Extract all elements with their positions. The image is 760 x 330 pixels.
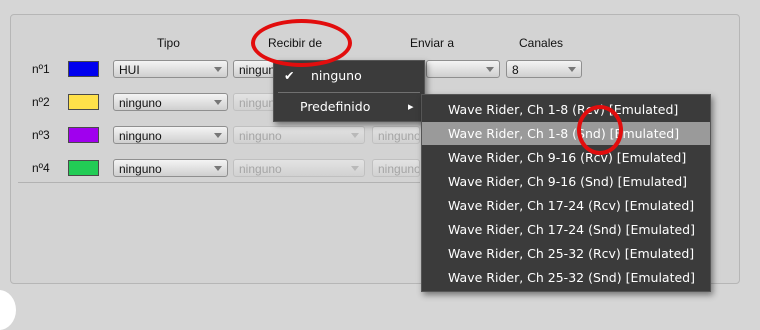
dropdown-arrow-icon [214, 133, 222, 138]
tipo-select-2[interactable]: ninguno [113, 93, 228, 111]
dropdown-arrow-icon [486, 67, 494, 72]
tipo-select-1[interactable]: HUI [113, 60, 228, 78]
submenu-item[interactable]: Wave Rider, Ch 1-8 (Rcv) [Emulated] [422, 98, 710, 121]
submenu-item-label: Wave Rider, Ch 1-8 (Rcv) [Emulated] [448, 102, 679, 117]
tipo-select-3[interactable]: ninguno [113, 126, 228, 144]
row-color-swatch-3[interactable] [68, 127, 99, 143]
header-canales: Canales [519, 36, 564, 50]
submenu-item[interactable]: Wave Rider, Ch 25-32 (Snd) [Emulated] [422, 266, 710, 289]
tipo-select-value: ninguno [119, 96, 162, 110]
recibir-select-4: ninguno [233, 159, 365, 177]
row-label-2: nº2 [32, 95, 50, 109]
row-color-swatch-4[interactable] [68, 160, 99, 176]
header-recibir-de: Recibir de [268, 36, 323, 50]
recibir-dropdown-menu: ✔ ninguno Predefinido ▸ [273, 60, 425, 122]
dropdown-arrow-icon [351, 166, 359, 171]
submenu-item[interactable]: Wave Rider, Ch 9-16 (Rcv) [Emulated] [422, 146, 710, 169]
enviar-select-value: ninguno [378, 162, 420, 176]
enviar-select-value: ninguno [378, 129, 420, 143]
row-color-swatch-1[interactable] [68, 61, 99, 77]
dropdown-arrow-icon [214, 166, 222, 171]
enviar-select-3: ninguno [372, 126, 420, 144]
enviar-select-1[interactable] [426, 60, 500, 78]
recibir-select-1[interactable]: ninguno [233, 60, 278, 78]
row-label-4: nº4 [32, 161, 50, 175]
checkmark-icon: ✔ [284, 68, 295, 83]
recibir-select-value: ninguno [239, 129, 282, 143]
dropdown-arrow-icon [214, 100, 222, 105]
corner-decoration [0, 290, 16, 330]
submenu-item-label: Wave Rider, Ch 1-8 (Snd) [Emulated] [448, 126, 680, 141]
submenu-item[interactable]: Wave Rider, Ch 25-32 (Rcv) [Emulated] [422, 242, 710, 265]
menu-item-label: ninguno [311, 68, 362, 83]
submenu-item[interactable]: Wave Rider, Ch 9-16 (Snd) [Emulated] [422, 170, 710, 193]
submenu-item-label: Wave Rider, Ch 9-16 (Rcv) [Emulated] [448, 150, 687, 165]
enviar-select-4: ninguno [372, 159, 420, 177]
canales-select-value: 8 [512, 63, 519, 77]
menu-item-predefinido[interactable]: Predefinido ▸ [274, 95, 424, 118]
tipo-select-value: HUI [119, 63, 140, 77]
submenu-item[interactable]: Wave Rider, Ch 17-24 (Rcv) [Emulated] [422, 194, 710, 217]
submenu-item-label: Wave Rider, Ch 25-32 (Rcv) [Emulated] [448, 246, 695, 261]
submenu-item-label: Wave Rider, Ch 9-16 (Snd) [Emulated] [448, 174, 688, 189]
panel-divider [18, 182, 420, 183]
row-label-1: nº1 [32, 62, 50, 76]
recibir-select-value: ninguno [239, 162, 282, 176]
dropdown-arrow-icon [351, 133, 359, 138]
tipo-select-4[interactable]: ninguno [113, 159, 228, 177]
row-color-swatch-2[interactable] [68, 94, 99, 110]
menu-item-label: Predefinido [300, 99, 371, 114]
dropdown-arrow-icon [214, 67, 222, 72]
tipo-select-value: ninguno [119, 129, 162, 143]
menu-separator [278, 92, 420, 93]
submenu-item-label: Wave Rider, Ch 25-32 (Snd) [Emulated] [448, 270, 695, 285]
header-enviar-a: Enviar a [410, 36, 455, 50]
menu-item-ninguno[interactable]: ✔ ninguno [274, 64, 424, 87]
recibir-select-3: ninguno [233, 126, 365, 144]
submenu-item-label: Wave Rider, Ch 17-24 (Snd) [Emulated] [448, 222, 695, 237]
predefinido-submenu: Wave Rider, Ch 1-8 (Rcv) [Emulated] Wave … [421, 94, 711, 292]
submenu-item[interactable]: Wave Rider, Ch 1-8 (Snd) [Emulated] [422, 122, 710, 145]
submenu-item[interactable]: Wave Rider, Ch 17-24 (Snd) [Emulated] [422, 218, 710, 241]
submenu-item-label: Wave Rider, Ch 17-24 (Rcv) [Emulated] [448, 198, 695, 213]
header-tipo: Tipo [157, 36, 180, 50]
recibir-select-2: ninguno [233, 93, 278, 111]
submenu-arrow-icon: ▸ [408, 100, 414, 113]
tipo-select-value: ninguno [119, 162, 162, 176]
canales-select-1[interactable]: 8 [506, 60, 582, 78]
dropdown-arrow-icon [568, 67, 576, 72]
row-label-3: nº3 [32, 128, 50, 142]
